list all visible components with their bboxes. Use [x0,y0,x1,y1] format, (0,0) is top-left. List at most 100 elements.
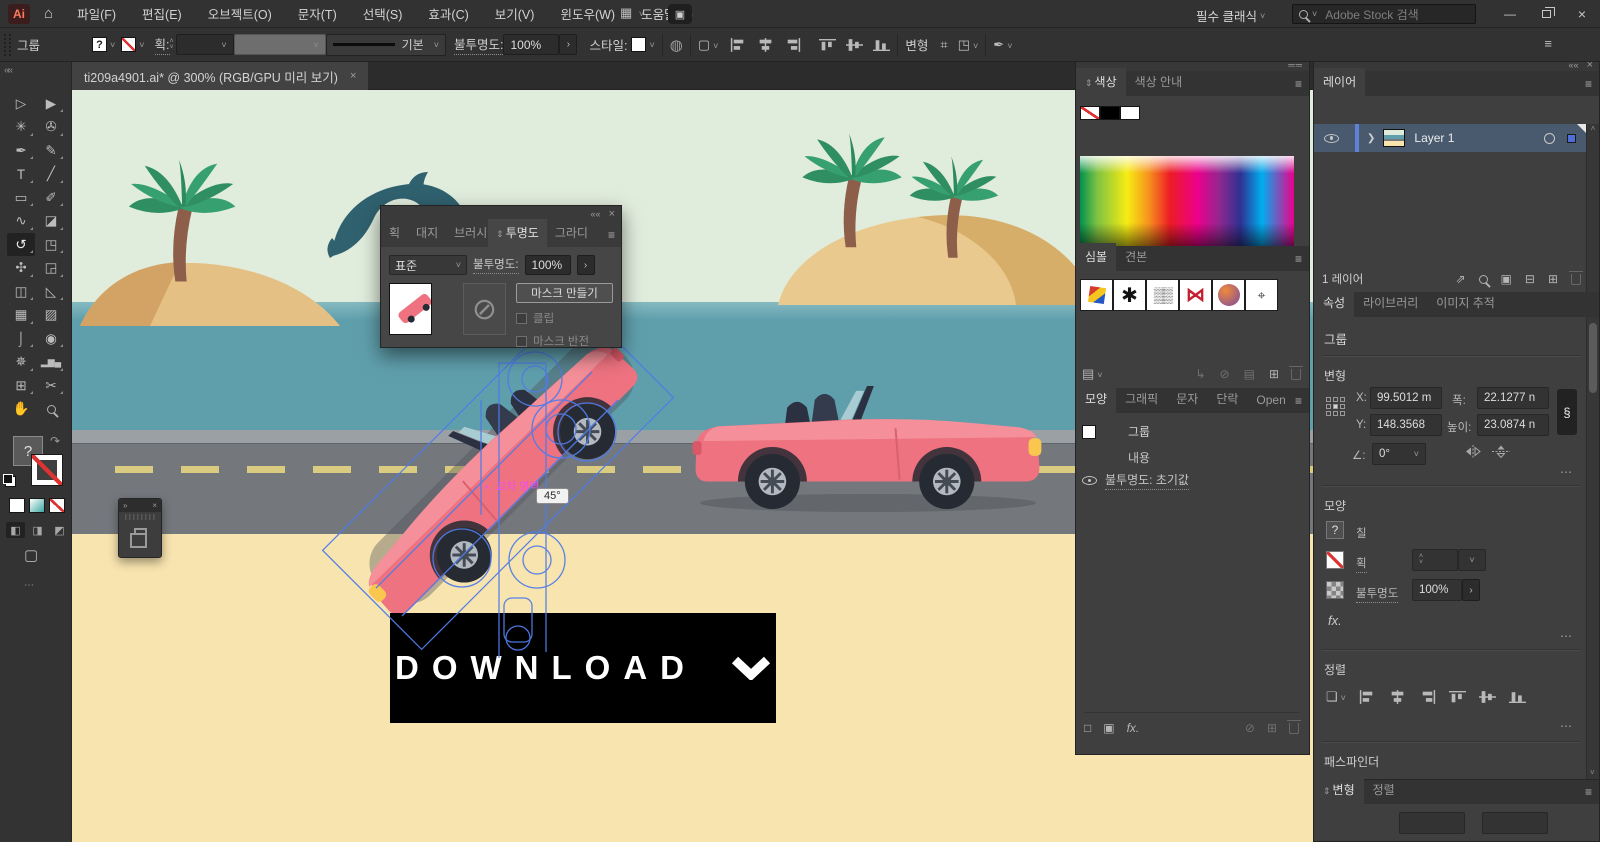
draw-inside-icon[interactable]: ◩ [50,522,69,538]
pink-car[interactable] [688,382,1044,515]
tab-swatches[interactable]: 견본 [1116,243,1156,271]
perspective-grid-tool[interactable]: ◺ [37,280,65,303]
stroke-weight-select[interactable]: ˅ [1458,549,1486,571]
appearance-more-icon[interactable]: ⋯ [1560,629,1573,643]
opacity-label[interactable]: 불투명도 [1356,585,1398,603]
opacity-expand-button[interactable]: › [559,34,577,55]
panel-grip[interactable] [125,514,155,520]
free-transform-tool[interactable]: ◲ [37,257,65,280]
gradient-tool[interactable]: ▨ [37,304,65,327]
blend-mode-select[interactable]: 표준˅ [389,255,467,275]
duplicate-item-icon[interactable]: ⊞ [1267,721,1277,735]
symbol-ink-splat-thumb[interactable]: ✱ [1113,279,1146,311]
curvature-tool[interactable]: ✎ [37,139,65,162]
artboard-tool[interactable]: ⊞ [7,374,35,397]
magic-wand-tool[interactable]: ✳ [7,116,35,139]
symbol-sprayer-tool[interactable]: ✵ [7,351,35,374]
symbol-options-icon[interactable]: ▤ [1244,367,1255,381]
minimize-button[interactable]: — [1492,0,1528,28]
rectangle-tool[interactable]: ▭ [7,186,35,209]
toolbar-collapse-icon[interactable]: «« [4,65,11,76]
menu-effect[interactable]: 효과(C) [428,4,468,23]
object-thumbnail[interactable] [389,283,432,335]
collect-for-export-icon[interactable]: ⇗ [1455,272,1465,286]
angle-select[interactable]: 0°˅ [1372,443,1426,465]
menu-select[interactable]: 선택(S) [363,4,403,23]
menu-object[interactable]: 오브젝트(O) [208,4,272,23]
transform-x-field[interactable] [1399,812,1465,834]
opacity-label[interactable]: 불투명도: [473,256,519,274]
appearance-row-group[interactable]: 그룹 [1082,423,1150,440]
crop-image-icon[interactable]: ◳˅ [958,37,979,53]
tab-transparency[interactable]: ⇕투명도 [488,219,547,247]
stock-search-input[interactable]: ˅ Adobe Stock 검색 [1292,4,1476,24]
mesh-tool[interactable]: ▦ [7,304,35,327]
panel-menu-icon[interactable]: ≡ [608,228,615,242]
reference-point-selector[interactable] [1326,397,1345,416]
layer-row[interactable]: ❯ Layer 1 [1314,124,1586,152]
none-swatch[interactable] [1080,106,1100,120]
new-layer-icon[interactable]: ⊞ [1548,272,1558,286]
tab-artboards[interactable]: 대지 [408,219,446,247]
flip-horizontal-icon[interactable] [1464,445,1482,458]
delete-layer-icon[interactable] [1571,274,1581,285]
document-setup-icon[interactable]: ◍ [670,36,683,54]
fill-color-swatch[interactable]: ? [92,37,107,52]
stroke-swatch[interactable] [1326,551,1344,569]
align-bottom-icon[interactable] [873,38,890,52]
align-right-icon[interactable] [784,38,801,52]
flip-vertical-icon[interactable] [1492,445,1510,458]
tab-properties[interactable]: 속성 [1314,289,1354,317]
layers-scrollbar[interactable]: ˄ [1586,124,1599,292]
tab-color[interactable]: ⇕색상 [1076,68,1126,96]
transform-button[interactable]: 변형 [905,35,928,54]
align-middle-icon[interactable] [846,38,863,52]
arrange-documents-icon[interactable]: ▦ ˅ [620,5,644,21]
lasso-tool[interactable]: ✇ [37,116,65,139]
align-left-icon[interactable] [730,38,747,52]
eyedropper-tool[interactable]: ⌡ [7,327,35,350]
tab-graphic-styles[interactable]: 그래픽 [1116,385,1167,413]
none-button[interactable] [49,498,65,513]
tab-align[interactable]: 정렬 [1364,776,1404,804]
control-bar-menu-icon[interactable]: ≡ [1544,36,1552,51]
opacity-label[interactable]: 불투명도: [454,34,503,55]
brush-definition-select[interactable]: 기본˅ [326,34,446,56]
appearance-row-content[interactable]: 내용 [1128,449,1150,466]
delete-symbol-icon[interactable] [1291,369,1301,380]
align-to-icon[interactable]: ❏˅ [1326,689,1346,705]
add-stroke-icon[interactable]: □ [1084,721,1091,735]
tab-stroke[interactable]: 획 [381,219,408,247]
transform-panel-menu-icon[interactable]: ≡ [1585,785,1592,799]
layer-selection-indicator[interactable] [1567,134,1576,143]
tab-brushes[interactable]: 브러시 [446,219,488,247]
make-mask-button[interactable]: 마스크 만들기 [516,283,613,303]
symbol-sphere-thumb[interactable] [1212,279,1245,311]
align-top-icon[interactable] [819,38,836,52]
slice-tool[interactable]: ✂ [37,374,65,397]
layer-thumbnail[interactable] [1383,129,1405,147]
no-mask-icon[interactable]: ⊘ [463,283,506,335]
style-swatch[interactable] [631,37,646,52]
stroke-color-swatch[interactable] [121,37,136,52]
opacity-expand-button[interactable]: › [1462,579,1480,601]
width-tool[interactable]: ✣ [7,257,35,280]
stroke-profile-select[interactable]: ˅ [234,34,326,55]
app-logo-icon[interactable]: Ai [8,4,30,24]
align-top-icon[interactable] [1449,690,1466,704]
home-icon[interactable]: ⌂ [44,5,53,22]
workspace-switcher[interactable]: 필수 클래식˅ [1196,6,1265,25]
paintbrush-tool[interactable]: ✐ [37,186,65,209]
tab-transform[interactable]: ⇕변형 [1314,776,1364,804]
tab-symbols[interactable]: 심볼 [1076,243,1116,271]
height-field[interactable]: 23.0874 n [1477,414,1549,436]
screen-mode-icon[interactable]: ▢ [24,546,38,564]
eraser-tool[interactable]: ◪ [37,210,65,233]
invert-mask-checkbox[interactable] [516,336,527,347]
effects-button[interactable]: fx. [1328,613,1342,628]
transform-y-field[interactable] [1482,812,1548,834]
pen-tool[interactable]: ✒ [7,139,35,162]
close-panel-icon[interactable]: × [152,501,157,510]
align-center-icon[interactable] [757,38,774,52]
clip-checkbox[interactable] [516,313,527,324]
